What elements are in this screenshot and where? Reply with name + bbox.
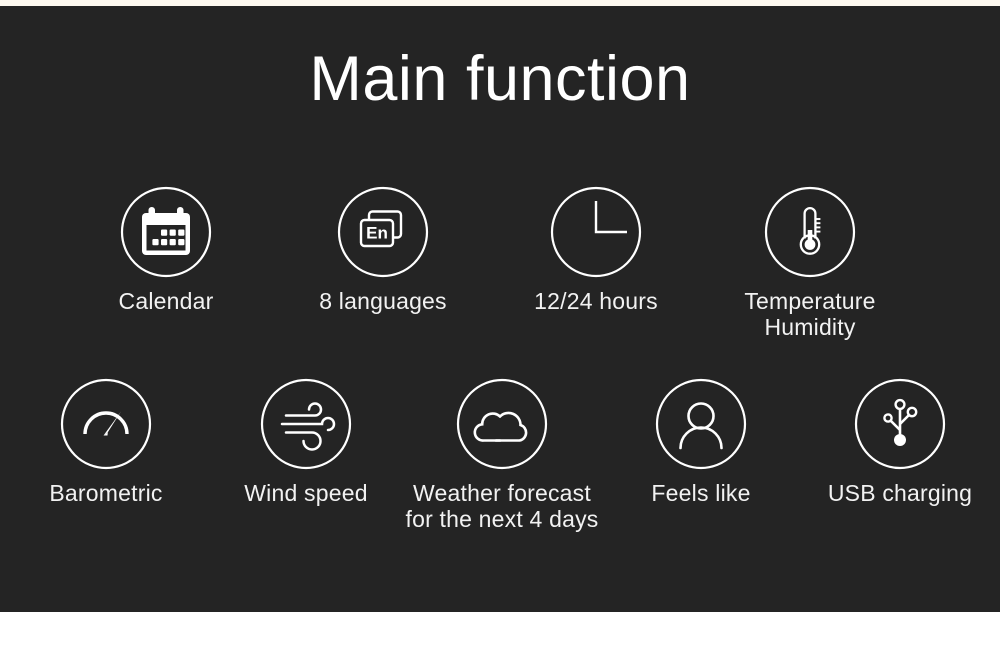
thermometer-icon <box>764 186 856 278</box>
language-cards-icon: En <box>337 186 429 278</box>
feature-tile-barometric: Barometric <box>6 378 206 506</box>
feature-tile-languages: En 8 languages <box>283 186 483 314</box>
feature-label: Calendar <box>118 288 214 314</box>
feature-tile-usb: USB charging <box>800 378 1000 506</box>
feature-label: 8 languages <box>319 288 447 314</box>
feature-label: Temperature Humidity <box>744 288 876 341</box>
page-title: Main function <box>309 44 691 114</box>
gauge-icon <box>60 378 152 470</box>
feature-tile-feelslike: Feels like <box>601 378 801 506</box>
feature-label: Feels like <box>651 480 751 506</box>
cloud-icon <box>456 378 548 470</box>
feature-label: USB charging <box>827 480 973 506</box>
feature-tile-wind: Wind speed <box>206 378 406 506</box>
dark-panel: Main function Calendar En 8 languages 12… <box>0 6 1000 612</box>
feature-label: Barometric <box>49 480 163 506</box>
product-feature-banner: Main function Calendar En 8 languages 12… <box>0 0 1000 658</box>
language-card-text: En <box>366 224 388 243</box>
feature-label: Wind speed <box>244 480 368 506</box>
feature-tile-forecast: Weather forecast for the next 4 days <box>402 378 602 533</box>
clock-icon <box>550 186 642 278</box>
calendar-icon <box>120 186 212 278</box>
feature-tile-calendar: Calendar <box>66 186 266 314</box>
usb-icon <box>854 378 946 470</box>
feature-tile-hours: 12/24 hours <box>496 186 696 314</box>
person-icon <box>655 378 747 470</box>
feature-tile-temperature: Temperature Humidity <box>710 186 910 341</box>
wind-icon <box>260 378 352 470</box>
feature-label: Weather forecast for the next 4 days <box>405 480 599 533</box>
feature-label: 12/24 hours <box>534 288 658 314</box>
